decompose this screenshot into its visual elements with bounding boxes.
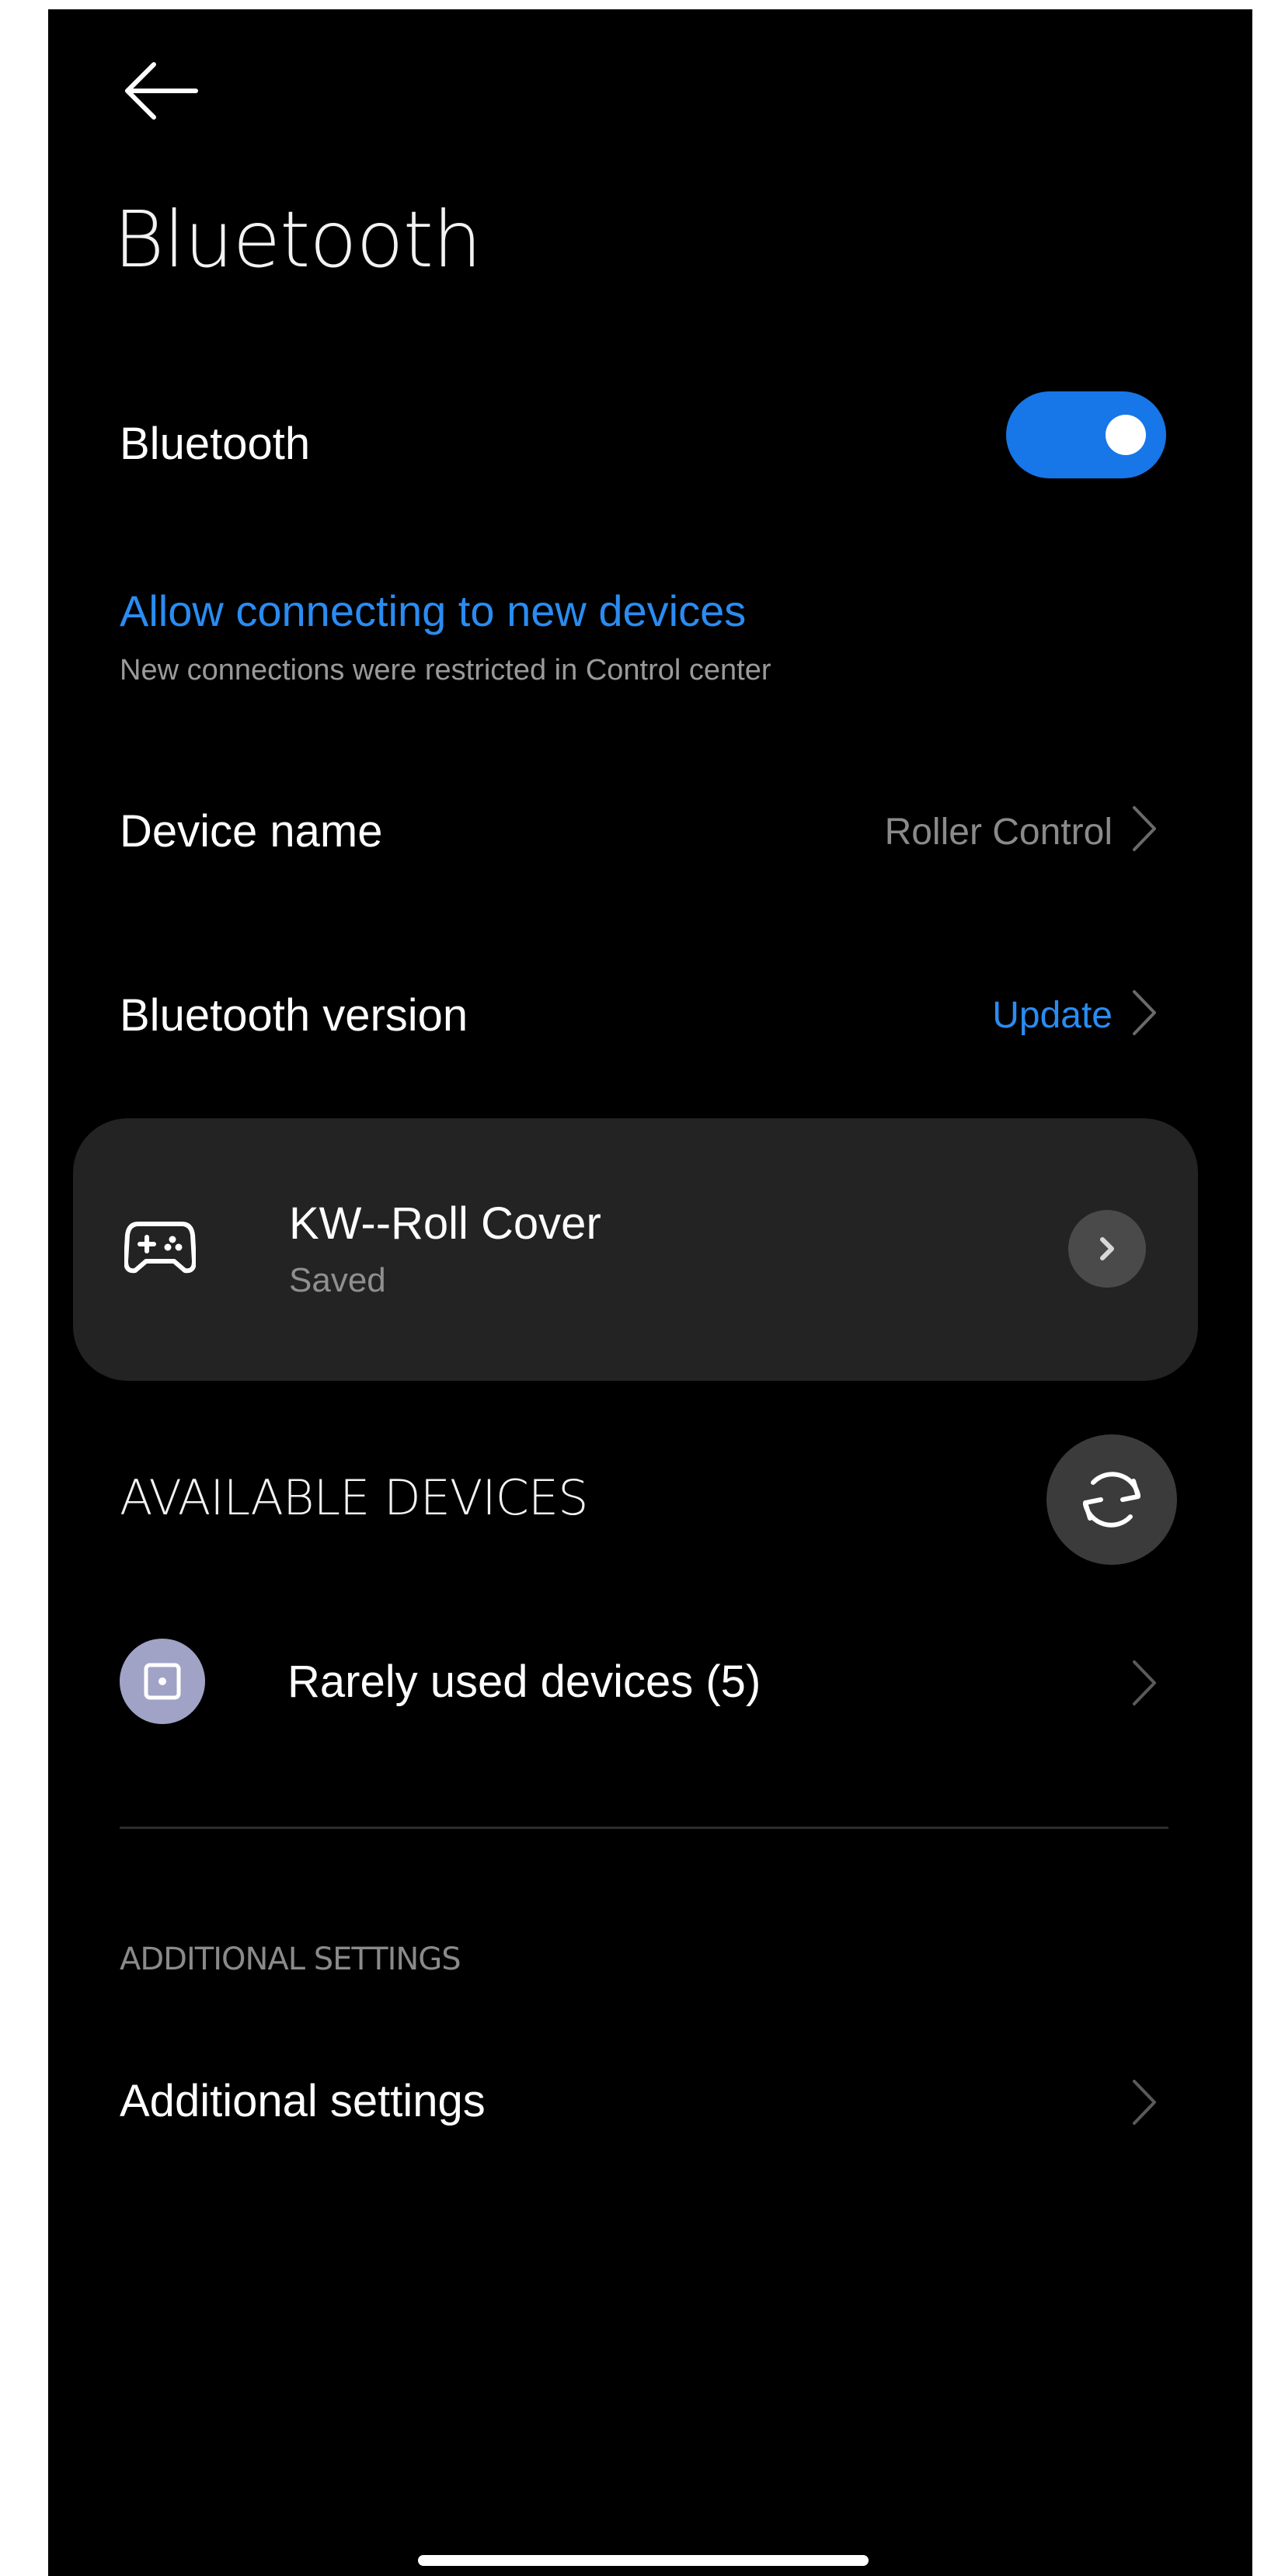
chevron-right-icon <box>1128 2075 1159 2129</box>
bluetooth-version-update-link[interactable]: Update <box>992 994 1113 1037</box>
bluetooth-toggle[interactable] <box>1006 391 1166 478</box>
available-devices-header: AVAILABLE DEVICES <box>120 1469 588 1526</box>
chevron-right-icon <box>1128 986 1159 1040</box>
device-details-button[interactable] <box>1068 1210 1146 1288</box>
device-name-value[interactable]: Roller Control <box>885 811 1113 853</box>
refresh-icon <box>1083 1472 1140 1528</box>
chevron-right-icon <box>1128 801 1159 856</box>
phone-screen: Bluetooth Bluetooth Allow connecting to … <box>48 9 1252 2576</box>
chevron-right-icon <box>1128 1656 1159 1710</box>
saved-device-name: KW--Roll Cover <box>289 1198 601 1249</box>
saved-device-status: Saved <box>289 1261 386 1299</box>
additional-settings-item[interactable]: Additional settings <box>120 2075 486 2127</box>
device-box-icon <box>120 1639 205 1724</box>
toggle-knob <box>1106 415 1146 455</box>
additional-settings-header: ADDITIONAL SETTINGS <box>120 1942 461 1977</box>
back-button[interactable] <box>117 52 202 130</box>
gamepad-icon <box>124 1218 197 1277</box>
divider <box>120 1827 1168 1829</box>
chevron-right-icon <box>1100 1237 1114 1260</box>
bluetooth-toggle-label: Bluetooth <box>120 419 311 469</box>
arrow-left-icon <box>125 62 198 120</box>
page-title: Bluetooth <box>113 194 482 285</box>
home-indicator[interactable] <box>418 2555 869 2566</box>
allow-connecting-subtitle: New connections were restricted in Contr… <box>120 654 771 687</box>
bluetooth-version-label[interactable]: Bluetooth version <box>120 989 468 1041</box>
allow-connecting-link[interactable]: Allow connecting to new devices <box>120 586 746 636</box>
refresh-button[interactable] <box>1046 1434 1177 1565</box>
rarely-used-devices-item[interactable]: Rarely used devices (5) <box>287 1656 761 1708</box>
device-name-label[interactable]: Device name <box>120 805 382 857</box>
saved-device-card[interactable] <box>73 1118 1198 1381</box>
